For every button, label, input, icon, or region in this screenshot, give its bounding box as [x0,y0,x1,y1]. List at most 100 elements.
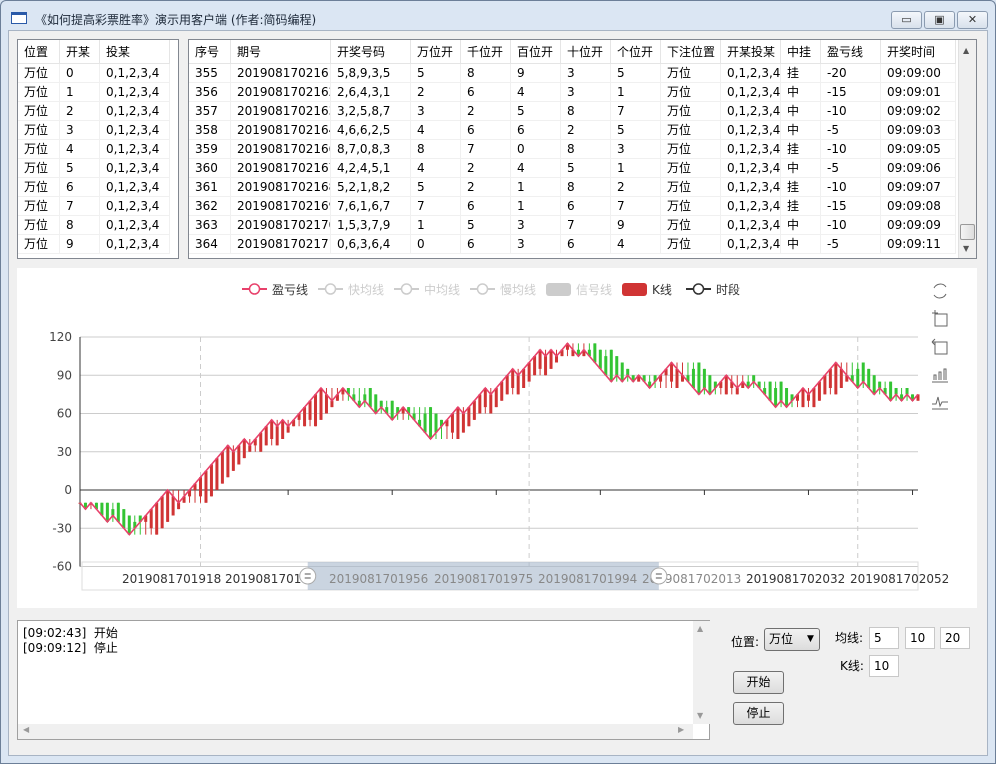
table-cell[interactable]: 2019081702161 [231,64,331,83]
table-vertical-scrollbar[interactable]: ▲ ▼ [958,40,976,258]
table-cell[interactable]: 0,1,2,3,4 [721,159,781,178]
table-cell[interactable]: 中 [781,235,821,254]
table-cell[interactable]: 5 [561,159,611,178]
table-cell[interactable]: 挂 [781,178,821,197]
table-cell[interactable]: 358 [189,121,231,140]
table-cell[interactable]: 挂 [781,64,821,83]
table-cell[interactable]: 万位 [18,102,60,121]
table-cell[interactable]: 5 [411,178,461,197]
table-cell[interactable]: 0,1,2,3,4 [100,83,170,102]
table-cell[interactable]: 3 [60,121,100,140]
table-cell[interactable]: 7,6,1,6,7 [331,197,411,216]
minimize-button[interactable]: ▭ [891,11,922,29]
table-cell[interactable]: 1 [60,83,100,102]
table-cell[interactable]: 0,1,2,3,4 [100,121,170,140]
table-cell[interactable]: 4 [411,121,461,140]
table-cell[interactable]: 6 [511,121,561,140]
table-cell[interactable]: 362 [189,197,231,216]
draw-results-table[interactable]: ▲ ▼ 序号 期号 开奖号码 万位开 千位开 百位开 十位开 个位开 下注位置 开某投某 中挂 盈亏线… [188,39,977,259]
table-cell[interactable]: 9 [511,64,561,83]
table-cell[interactable]: 8 [60,216,100,235]
column-header[interactable]: 十位开 [561,40,611,64]
table-cell[interactable]: 09:09:01 [881,83,956,102]
table-cell[interactable]: 万位 [661,216,721,235]
table-cell[interactable]: 4 [511,159,561,178]
legend-item-3[interactable]: 慢均线 [470,283,536,297]
table-cell[interactable]: 6 [461,197,511,216]
table-cell[interactable]: -10 [821,178,881,197]
table-cell[interactable]: 万位 [18,140,60,159]
title-bar[interactable]: 《如何提高彩票胜率》演示用客户端 (作者:简码编程) ▭ ▣ ✕ [1,1,995,31]
table-cell[interactable]: 0,1,2,3,4 [100,216,170,235]
table-cell[interactable]: 万位 [661,235,721,254]
table-cell[interactable]: 7 [60,197,100,216]
table-cell[interactable]: 1 [411,216,461,235]
table-cell[interactable]: 3,2,5,8,7 [331,102,411,121]
table-cell[interactable]: 2019081702162 [231,83,331,102]
datazoom-left-handle[interactable] [299,567,317,585]
table-cell[interactable]: 7 [611,102,661,121]
table-cell[interactable]: 4,6,6,2,5 [331,121,411,140]
scroll-left-icon[interactable]: ◀ [23,725,29,734]
table-cell[interactable]: -5 [821,159,881,178]
table-cell[interactable]: 2 [461,159,511,178]
scroll-down-icon[interactable]: ▼ [963,244,969,253]
legend-item-2[interactable]: 中均线 [394,282,460,297]
scroll-right-icon[interactable]: ▶ [678,725,684,734]
log-horizontal-scrollbar[interactable]: ◀ ▶ [18,724,693,739]
table-cell[interactable]: 09:09:11 [881,235,956,254]
column-header[interactable]: 万位开 [411,40,461,64]
table-cell[interactable]: 09:09:06 [881,159,956,178]
table-cell[interactable]: 万位 [661,140,721,159]
legend-item-5[interactable]: K线 [622,283,672,297]
table-cell[interactable]: 0,1,2,3,4 [721,235,781,254]
table-cell[interactable]: 2019081702170 [231,216,331,235]
table-cell[interactable]: 5,2,1,8,2 [331,178,411,197]
column-header[interactable]: 中挂 [781,40,821,64]
table-cell[interactable]: 4 [411,159,461,178]
column-header[interactable]: 盈亏线 [821,40,881,64]
zoom-icon[interactable] [932,310,948,327]
table-cell[interactable]: 万位 [661,197,721,216]
table-cell[interactable]: 5 [611,64,661,83]
table-cell[interactable]: 中 [781,121,821,140]
log-vertical-scrollbar[interactable]: ▲ ▼ [693,621,710,724]
ma-fast-input[interactable]: 5 [869,627,899,649]
table-cell[interactable]: 356 [189,83,231,102]
table-cell[interactable]: 357 [189,102,231,121]
table-cell[interactable]: 万位 [18,121,60,140]
table-cell[interactable]: 万位 [661,121,721,140]
table-cell[interactable]: 8 [461,64,511,83]
table-cell[interactable]: 4,2,4,5,1 [331,159,411,178]
table-cell[interactable]: 0,1,2,3,4 [100,140,170,159]
table-cell[interactable]: 万位 [661,178,721,197]
scroll-up-icon[interactable]: ▲ [697,624,703,633]
column-header[interactable]: 百位开 [511,40,561,64]
table-cell[interactable]: 4 [511,83,561,102]
table-cell[interactable]: 4 [611,235,661,254]
table-cell[interactable]: 中 [781,83,821,102]
table-cell[interactable]: -10 [821,216,881,235]
table-cell[interactable]: -10 [821,102,881,121]
table-cell[interactable]: 3 [611,140,661,159]
table-cell[interactable]: 09:09:07 [881,178,956,197]
table-cell[interactable]: 3 [561,64,611,83]
table-cell[interactable]: 361 [189,178,231,197]
table-cell[interactable]: 万位 [18,197,60,216]
refresh-icon[interactable] [933,283,947,299]
table-cell[interactable]: 9 [60,235,100,254]
table-cell[interactable]: 8 [561,102,611,121]
bar-chart-icon[interactable] [932,368,948,383]
table-cell[interactable]: 2019081702167 [231,159,331,178]
column-header[interactable]: 个位开 [611,40,661,64]
table-cell[interactable]: 挂 [781,140,821,159]
zoom-back-icon[interactable] [931,338,948,355]
table-cell[interactable]: 7 [411,197,461,216]
table-cell[interactable]: 5 [511,102,561,121]
table-cell[interactable]: 2019081702163 [231,102,331,121]
table-cell[interactable]: 万位 [18,235,60,254]
ma-slow-input[interactable]: 20 [940,627,970,649]
table-cell[interactable]: -15 [821,197,881,216]
stop-button[interactable]: 停止 [733,702,784,725]
legend-item-0[interactable]: 盈亏线 [242,283,308,297]
